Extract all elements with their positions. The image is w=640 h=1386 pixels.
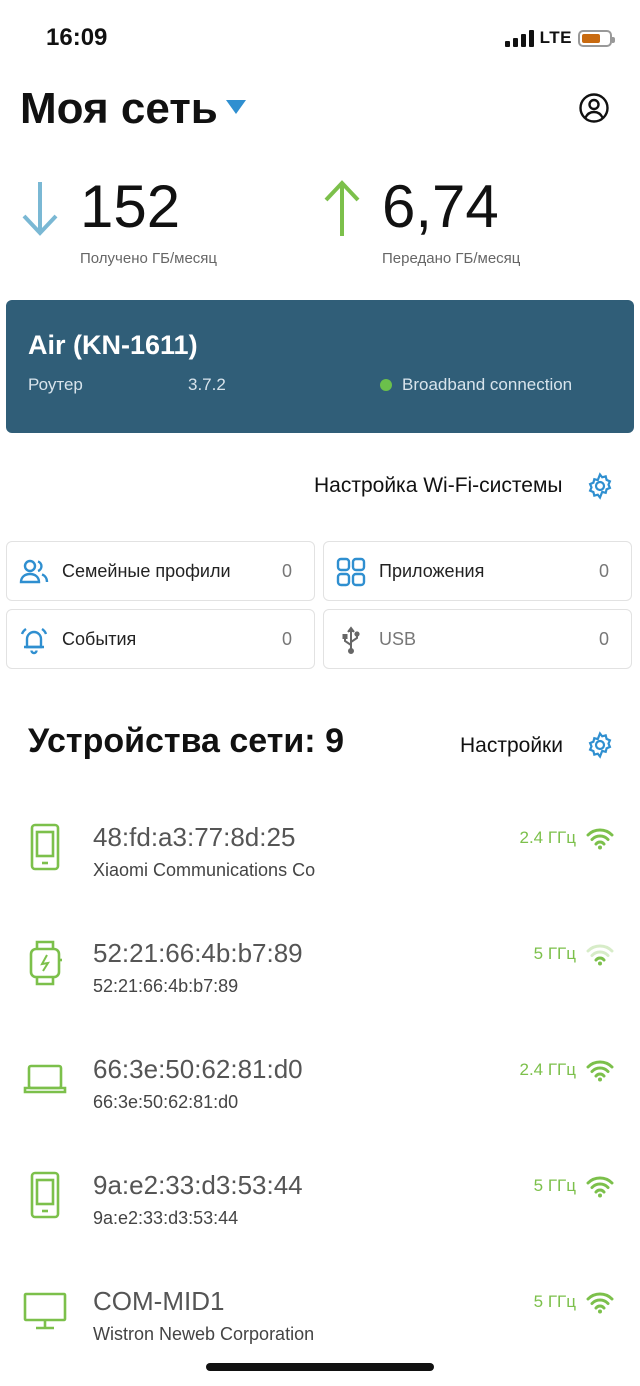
tile-label: Семейные профили (62, 561, 231, 581)
router-name: Air (KN-1611) (28, 330, 198, 360)
wifi-signal-icon (586, 1060, 614, 1082)
usb-icon (342, 626, 360, 654)
device-band: 2.4 ГГц (519, 1060, 576, 1079)
received-value: 152 (80, 173, 181, 240)
tile-count: 0 (281, 561, 292, 581)
router-type: Роутер (28, 375, 83, 394)
monitor-icon (23, 1292, 67, 1330)
tile-label: Приложения (379, 561, 485, 581)
device-band: 5 ГГц (533, 944, 576, 963)
wifi-signal-icon (586, 828, 614, 850)
alarm-bell-icon (20, 627, 48, 655)
sent-caption: Передано ГБ/месяц (382, 250, 521, 267)
status-indicators: LTE (504, 28, 615, 48)
tile-count: 0 (281, 629, 292, 649)
received-caption: Получено ГБ/месяц (80, 250, 217, 267)
device-vendor: 52:21:66:4b:b7:89 (93, 976, 239, 996)
upload-arrow-icon (324, 180, 360, 236)
device-name: 66:3e:50:62:81:d0 (93, 1054, 303, 1084)
gear-icon[interactable] (586, 731, 614, 759)
status-time: 16:09 (46, 24, 108, 51)
device-vendor: 66:3e:50:62:81:d0 (93, 1092, 239, 1112)
page-title[interactable]: Моя сеть (20, 84, 218, 134)
devices-settings-link[interactable]: Настройки (460, 734, 563, 758)
tile-applications[interactable]: Приложения 0 (323, 541, 632, 601)
device-name: 52:21:66:4b:b7:89 (93, 938, 303, 968)
gear-icon[interactable] (586, 472, 614, 500)
network-dropdown-caret-icon[interactable] (226, 100, 246, 114)
tile-count: 0 (598, 629, 609, 649)
download-arrow-icon (22, 182, 58, 236)
device-name: 9a:e2:33:d3:53:44 (93, 1170, 303, 1200)
router-card[interactable]: Air (KN-1611) Роутер 3.7.2 Broadband con… (6, 300, 634, 433)
signal-icon (504, 29, 534, 47)
battery-icon (578, 29, 615, 47)
family-icon (19, 559, 49, 584)
phone-icon (30, 1171, 60, 1219)
devices-title: Устройства сети: 9 (28, 722, 344, 760)
tile-usb[interactable]: USB 0 (323, 609, 632, 669)
tile-label: USB (379, 629, 417, 649)
device-band: 5 ГГц (533, 1292, 576, 1311)
wifi-signal-icon (586, 944, 614, 966)
tile-label: События (62, 629, 137, 649)
router-version: 3.7.2 (188, 375, 226, 394)
network-type: LTE (539, 28, 572, 47)
laptop-icon (23, 1064, 67, 1094)
tile-family-profiles[interactable]: Семейные профили 0 (6, 541, 315, 601)
device-name: 48:fd:a3:77:8d:25 (93, 822, 296, 852)
device-vendor: 9a:e2:33:d3:53:44 (93, 1208, 239, 1228)
wifi-signal-icon (586, 1292, 614, 1314)
smartwatch-icon (29, 940, 62, 986)
connection-status: Broadband connection (380, 375, 572, 395)
account-icon[interactable] (578, 92, 610, 124)
device-band: 5 ГГц (533, 1176, 576, 1195)
tile-events[interactable]: События 0 (6, 609, 315, 669)
wifi-signal-icon (586, 1176, 614, 1198)
device-vendor: Xiaomi Communications Co (93, 860, 316, 880)
device-row[interactable]: 52:21:66:4b:b7:89 52:21:66:4b:b7:89 5 ГГ… (0, 938, 640, 1038)
status-dot-icon (380, 379, 392, 391)
device-row[interactable]: 9a:e2:33:d3:53:44 9a:e2:33:d3:53:44 5 ГГ… (0, 1170, 640, 1270)
device-row[interactable]: 48:fd:a3:77:8d:25 Xiaomi Communications … (0, 822, 640, 922)
apps-grid-icon (336, 557, 366, 587)
wifi-setup-link[interactable]: Настройка Wi-Fi-системы (314, 474, 563, 498)
device-row[interactable]: 66:3e:50:62:81:d0 66:3e:50:62:81:d0 2.4 … (0, 1054, 640, 1154)
sent-value: 6,74 (382, 173, 499, 240)
device-row[interactable]: COM-MID1 Wistron Neweb Corporation 5 ГГц (0, 1286, 640, 1386)
device-name: COM-MID1 (93, 1286, 225, 1316)
connection-label: Broadband connection (402, 375, 573, 394)
device-band: 2.4 ГГц (519, 828, 576, 847)
phone-icon (30, 823, 60, 871)
device-vendor: Wistron Neweb Corporation (93, 1324, 315, 1344)
home-indicator[interactable] (206, 1363, 434, 1371)
tile-count: 0 (598, 561, 609, 581)
